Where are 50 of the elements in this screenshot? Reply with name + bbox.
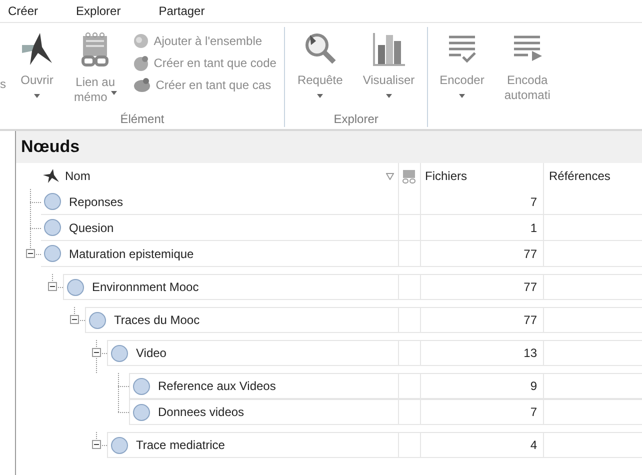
node-name[interactable]: Traces du Mooc (114, 313, 200, 327)
group-label: Explorer (334, 112, 378, 126)
pin-icon (43, 169, 59, 183)
add-circle-icon (132, 55, 149, 71)
file-count: 9 (530, 379, 537, 393)
button-label: s (0, 76, 6, 93)
column-header-cell[interactable]: Références (543, 163, 642, 189)
node-icon (133, 378, 150, 394)
circles-icon (132, 33, 149, 49)
panel-title: Nœuds (21, 137, 80, 157)
menu-item[interactable]: Explorer (72, 4, 125, 18)
node-name[interactable]: Donnees videos (158, 405, 244, 419)
collapse-icon[interactable] (92, 348, 101, 357)
file-count: 4 (530, 438, 537, 452)
menu-item[interactable]: Créer (4, 4, 42, 18)
node-icon (111, 344, 128, 362)
pin-icon (20, 31, 54, 67)
filter-icon[interactable] (386, 172, 394, 180)
collapse-icon[interactable] (48, 282, 57, 291)
collapse-icon[interactable] (26, 249, 35, 258)
file-count: 7 (530, 405, 537, 419)
node-name[interactable]: Reponses (69, 194, 124, 208)
menu-item[interactable]: Partager (154, 4, 209, 18)
node-icon (44, 245, 61, 262)
column-header[interactable]: Fichiers (425, 169, 468, 183)
collapse-icon[interactable] (70, 315, 79, 324)
node-name[interactable]: Maturation epistemique (69, 246, 194, 260)
column-header[interactable]: Nom (65, 169, 90, 183)
file-count: 7 (530, 194, 537, 208)
bar-chart-icon (372, 31, 406, 67)
memo-link-icon (402, 168, 416, 184)
node-icon (89, 312, 106, 328)
node-icon (133, 404, 150, 420)
file-count: 77 (524, 246, 537, 260)
column-header[interactable]: Références (549, 169, 610, 183)
node-name[interactable]: Trace mediatrice (136, 438, 225, 452)
file-count: 77 (524, 313, 537, 327)
file-count: 1 (530, 220, 537, 234)
node-icon (44, 219, 61, 236)
add-cases-icon (132, 77, 151, 93)
node-icon (44, 193, 61, 210)
node-icon (67, 278, 84, 296)
node-name[interactable]: Environnment Mooc (92, 280, 199, 294)
group-label: Élément (120, 112, 164, 126)
node-name[interactable]: Quesion (69, 220, 114, 234)
node-name[interactable]: Video (136, 346, 166, 360)
file-count: 13 (524, 346, 537, 360)
file-count: 77 (524, 280, 537, 294)
node-icon (111, 436, 128, 454)
collapse-icon[interactable] (92, 440, 101, 449)
